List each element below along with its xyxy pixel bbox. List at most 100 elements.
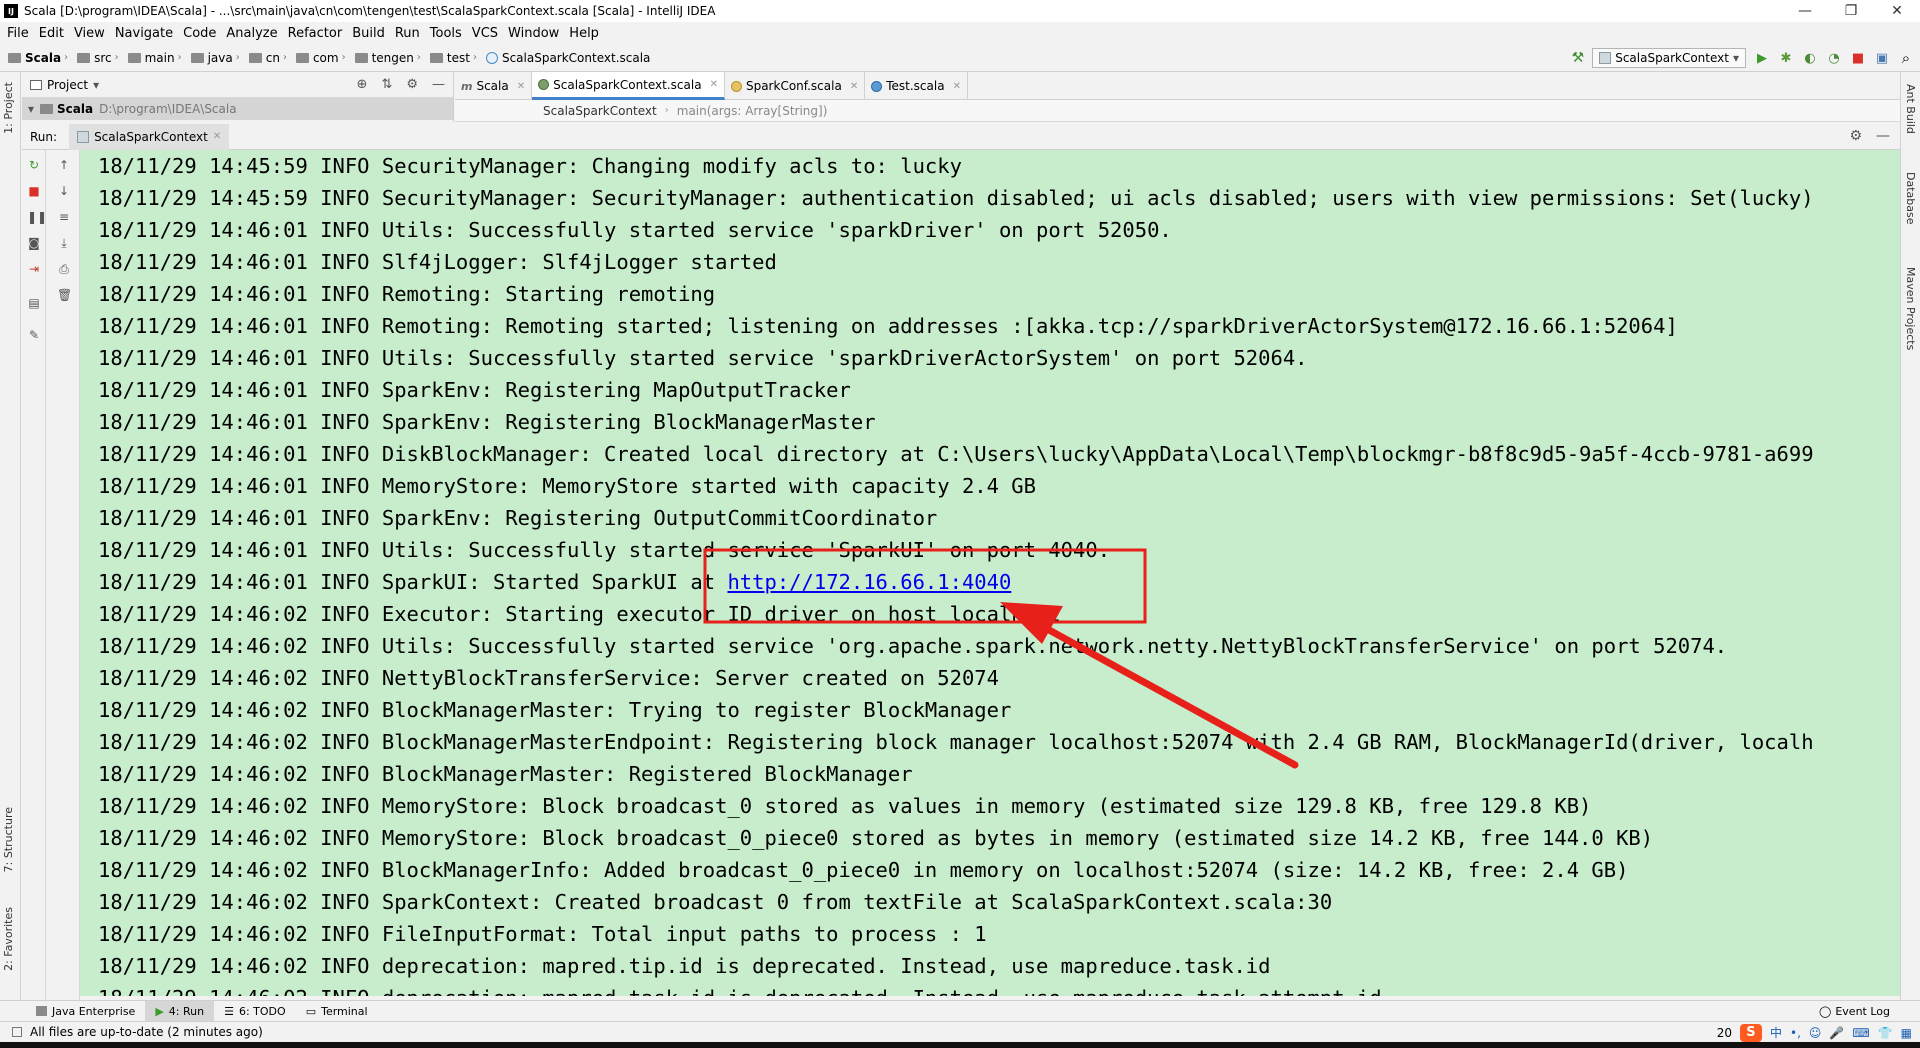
menu-edit[interactable]: Edit	[36, 26, 71, 41]
stop-icon[interactable]: ■	[27, 184, 41, 198]
menu-help[interactable]: Help	[566, 26, 606, 41]
folder-icon	[8, 52, 21, 63]
tool-tab-java-enterprise[interactable]: Java Enterprise	[26, 1001, 145, 1022]
down-arrow-icon[interactable]: ↓	[57, 184, 71, 198]
log-line-sparkui: 18/11/29 14:46:01 INFO SparkUI: Started …	[98, 570, 1012, 594]
tab-scala[interactable]: m Scala ✕	[455, 72, 533, 100]
status-toggle-icon[interactable]	[12, 1027, 22, 1037]
log-line: 18/11/29 14:46:02 INFO Utils: Successful…	[98, 634, 1728, 658]
tool-tab-run[interactable]: ▶ 4: Run	[145, 1000, 215, 1022]
trash-icon[interactable]: 🗑	[57, 288, 72, 302]
pause-icon[interactable]: ❚❚	[27, 210, 47, 224]
menu-tools[interactable]: Tools	[427, 26, 469, 41]
tool-tab-structure[interactable]: 7: Structure	[2, 807, 15, 872]
pin-icon[interactable]: ✎	[27, 328, 41, 342]
breadcrumb-java[interactable]: java ›	[190, 51, 245, 65]
project-view-select[interactable]: Project ▾	[30, 78, 99, 92]
sogou-ime-icon[interactable]: S	[1739, 1023, 1762, 1042]
breadcrumb-scala[interactable]: Scala ›	[8, 51, 73, 65]
run-icon[interactable]: ▶	[1754, 51, 1770, 66]
search-icon[interactable]: ⌕	[1898, 49, 1914, 67]
menu-refactor[interactable]: Refactor	[285, 26, 350, 41]
log-line: 18/11/29 14:46:02 INFO SparkContext: Cre…	[98, 890, 1333, 914]
menu-file[interactable]: File	[4, 26, 36, 41]
menu-run[interactable]: Run	[392, 26, 427, 41]
tab-sparkconf[interactable]: SparkConf.scala ✕	[725, 72, 866, 100]
menu-build[interactable]: Build	[349, 26, 392, 41]
print-icon[interactable]: ⎙	[57, 262, 71, 276]
hide-icon[interactable]: —	[1876, 128, 1890, 144]
run-tab-scalasparkcontext[interactable]: ScalaSparkContext ✕	[69, 123, 230, 150]
gear-icon[interactable]: ⚙	[1849, 128, 1862, 144]
log-line: 18/11/29 14:46:01 INFO SparkEnv: Registe…	[98, 410, 876, 434]
hammer-icon[interactable]: ⚒	[1572, 50, 1585, 66]
folder-icon	[429, 52, 443, 63]
stop-icon[interactable]: ■	[1850, 51, 1866, 66]
close-tab-icon[interactable]: ✕	[850, 81, 858, 92]
keyboard-icon[interactable]: ⌨	[1852, 1026, 1869, 1040]
tool-tab-todo[interactable]: ☰ 6: TODO	[214, 1001, 296, 1022]
breadcrumb-cn[interactable]: cn ›	[248, 51, 292, 65]
breadcrumb-file[interactable]: ScalaSparkContext.scala	[485, 51, 650, 65]
debug-icon[interactable]: ✱	[1778, 51, 1794, 66]
breadcrumb-tengen[interactable]: tengen ›	[354, 51, 426, 65]
close-tab-icon[interactable]: ✕	[517, 81, 525, 92]
tool-tab-maven[interactable]: Maven Projects	[1904, 267, 1917, 350]
log-line: 18/11/29 14:46:02 INFO deprecation: mapr…	[98, 982, 1382, 996]
tool-tab-terminal[interactable]: ▭ Terminal	[296, 1001, 378, 1022]
structure-icon[interactable]: ▣	[1874, 51, 1890, 66]
scroll-end-icon[interactable]: ⤓	[57, 236, 71, 250]
close-tab-icon[interactable]: ✕	[710, 79, 718, 90]
tab-test[interactable]: Test.scala ✕	[865, 72, 968, 100]
breadcrumb-main[interactable]: main ›	[127, 51, 187, 65]
crumb-method[interactable]: main(args: Array[String])	[677, 104, 828, 118]
run-console[interactable]: 18/11/29 14:45:59 INFO SecurityManager: …	[80, 150, 1900, 996]
skin-icon[interactable]: 👕	[1878, 1026, 1893, 1040]
camera-icon[interactable]: ◙	[27, 236, 41, 250]
maximize-button[interactable]: ❐	[1828, 0, 1874, 22]
menu-code[interactable]: Code	[180, 26, 223, 41]
soft-wrap-icon[interactable]: ≡	[57, 210, 71, 224]
rerun-icon[interactable]: ↻	[27, 158, 41, 172]
tool-tab-project[interactable]: 1: Project	[2, 82, 15, 134]
menu-vcs[interactable]: VCS	[469, 26, 505, 41]
close-button[interactable]: ✕	[1874, 0, 1920, 22]
tool-tab-ant-build[interactable]: Ant Build	[1904, 84, 1917, 134]
tab-scalasparkcontext[interactable]: ScalaSparkContext.scala ✕	[532, 72, 725, 100]
coverage-icon[interactable]: ◐	[1802, 51, 1818, 66]
menu-analyze[interactable]: Analyze	[223, 26, 284, 41]
collapse-icon[interactable]: ⇅	[381, 77, 392, 92]
menu-navigate[interactable]: Navigate	[112, 26, 180, 41]
layout-icon[interactable]: ▤	[27, 296, 41, 310]
memory-indicator[interactable]: 20	[1717, 1026, 1732, 1040]
crumb-object[interactable]: ScalaSparkContext	[543, 104, 657, 118]
breadcrumb-src[interactable]: src ›	[77, 51, 124, 65]
gear-icon[interactable]: ⚙	[406, 77, 418, 92]
breadcrumb-com[interactable]: com ›	[295, 51, 351, 65]
close-tab-icon[interactable]: ✕	[953, 81, 961, 92]
locate-icon[interactable]: ⊕	[357, 77, 368, 92]
log-line: 18/11/29 14:46:01 INFO Slf4jLogger: Slf4…	[98, 250, 777, 274]
hide-icon[interactable]: —	[432, 77, 445, 92]
menu-window[interactable]: Window	[505, 26, 566, 41]
expand-arrow-icon[interactable]: ▾	[28, 102, 34, 116]
emoji-icon[interactable]: ☺	[1809, 1026, 1822, 1040]
ime-language[interactable]: 中	[1770, 1024, 1782, 1041]
up-arrow-icon[interactable]: ↑	[57, 158, 71, 172]
spark-ui-link[interactable]: http://172.16.66.1:4040	[727, 570, 1011, 594]
microphone-icon[interactable]: 🎤	[1829, 1026, 1844, 1040]
import-icon[interactable]: ⇥	[27, 262, 41, 276]
project-root-row[interactable]: ▾ Scala D:\program\IDEA\Scala	[22, 98, 453, 120]
toolbox-icon[interactable]: ▦	[1901, 1026, 1912, 1040]
status-bar: All files are up-to-date (2 minutes ago)…	[0, 1021, 1920, 1042]
tool-tab-favorites[interactable]: 2: Favorites	[2, 907, 15, 971]
tool-tab-database[interactable]: Database	[1904, 172, 1917, 225]
minimize-button[interactable]: —	[1782, 0, 1828, 22]
profile-icon[interactable]: ◔	[1826, 51, 1842, 66]
punctuation-icon[interactable]: •,	[1790, 1026, 1801, 1040]
run-config-select[interactable]: ScalaSparkContext ▾	[1592, 48, 1746, 68]
breadcrumb-test[interactable]: test ›	[429, 51, 482, 65]
event-log-button[interactable]: ◯ Event Log	[1819, 1001, 1890, 1022]
menu-view[interactable]: View	[71, 26, 112, 41]
close-tab-icon[interactable]: ✕	[213, 131, 221, 142]
